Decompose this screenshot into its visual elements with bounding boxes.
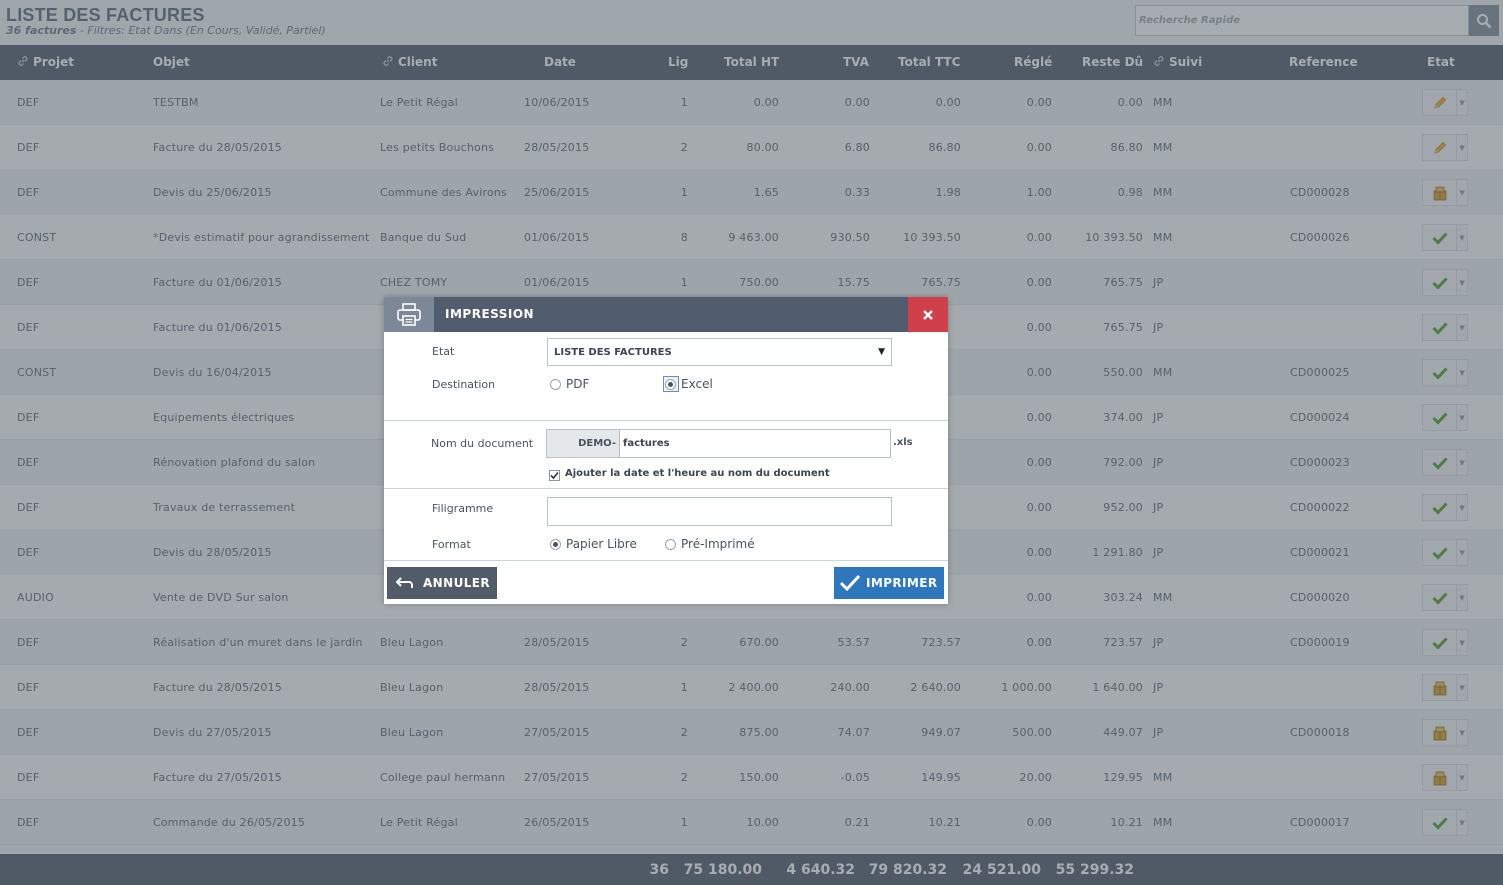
format-preimprime-radio[interactable] bbox=[665, 539, 676, 550]
destination-pdf-label[interactable]: PDF bbox=[566, 377, 589, 391]
etat-select-value: LISTE DES FACTURES bbox=[554, 347, 672, 358]
add-date-checkbox[interactable] bbox=[549, 470, 560, 481]
document-extension: .xls bbox=[893, 437, 913, 448]
close-button[interactable] bbox=[908, 297, 948, 332]
destination-excel-radio[interactable] bbox=[665, 379, 676, 390]
back-arrow-icon bbox=[396, 577, 413, 588]
destination-excel-label[interactable]: Excel bbox=[681, 377, 713, 391]
checkmark-icon bbox=[550, 471, 559, 480]
section-divider bbox=[384, 420, 948, 421]
print-label: IMPRIMER bbox=[866, 576, 938, 590]
dropdown-arrow-icon: ▼ bbox=[878, 347, 885, 357]
section-divider bbox=[384, 488, 948, 489]
cancel-button[interactable]: ANNULER bbox=[387, 567, 497, 599]
destination-pdf-radio[interactable] bbox=[550, 379, 561, 390]
format-label: Format bbox=[432, 538, 471, 551]
cancel-label: ANNULER bbox=[423, 576, 491, 590]
print-button[interactable]: IMPRIMER bbox=[834, 567, 944, 599]
etat-label: Etat bbox=[432, 345, 455, 358]
check-icon bbox=[839, 574, 861, 592]
destination-label: Destination bbox=[432, 378, 496, 391]
filigrane-input[interactable] bbox=[547, 497, 892, 526]
document-name-input[interactable] bbox=[620, 429, 891, 458]
close-icon bbox=[923, 309, 933, 320]
format-libre-label[interactable]: Papier Libre bbox=[566, 537, 637, 551]
document-name-prefix: DEMO- bbox=[546, 429, 620, 458]
print-dialog-title: IMPRESSION bbox=[445, 307, 535, 321]
etat-select[interactable]: LISTE DES FACTURES ▼ bbox=[547, 338, 892, 366]
document-name-label: Nom du document bbox=[431, 437, 534, 450]
add-date-label[interactable]: Ajouter la date et l'heure au nom du doc… bbox=[565, 468, 830, 479]
print-dialog-header: IMPRESSION bbox=[384, 297, 948, 332]
format-libre-radio[interactable] bbox=[550, 539, 561, 550]
footer-divider bbox=[384, 560, 948, 561]
print-dialog: IMPRESSION Etat LISTE DES FACTURES ▼ Des… bbox=[384, 297, 948, 604]
format-preimprime-label[interactable]: Pré-Imprimé bbox=[681, 537, 755, 551]
printer-icon bbox=[384, 297, 434, 332]
filigrane-label: Filigramme bbox=[432, 502, 494, 515]
